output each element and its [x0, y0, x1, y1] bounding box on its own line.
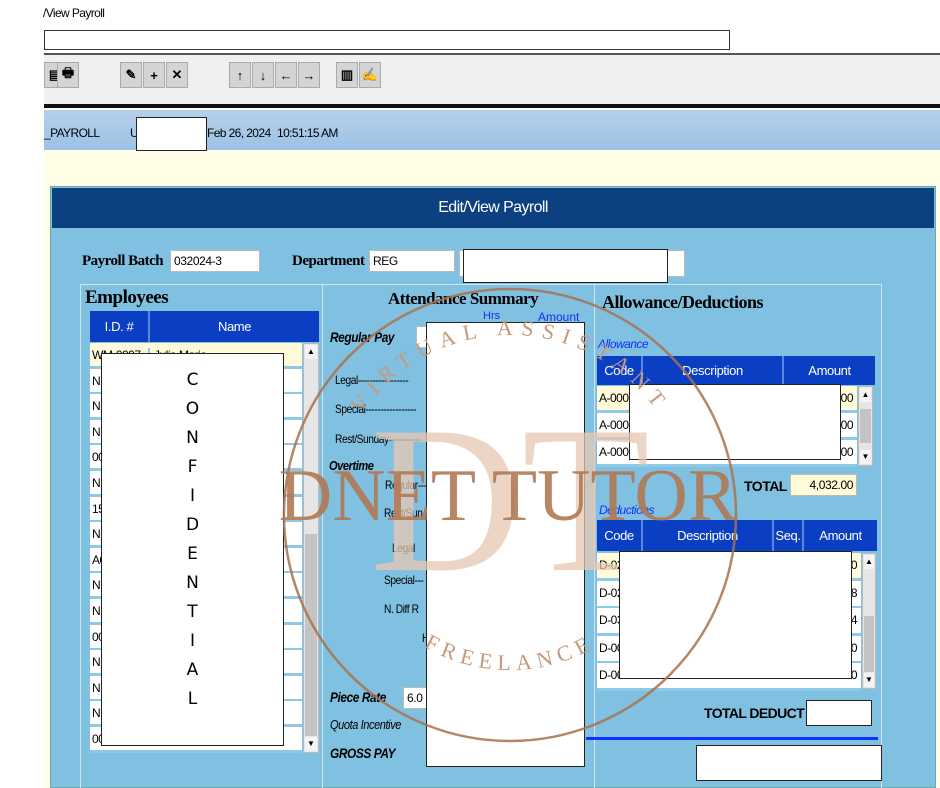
search-button[interactable]: ✎ [120, 62, 142, 88]
quota-incentive-label: Quota Incentive [330, 717, 402, 732]
col-code: Code [597, 520, 643, 551]
net-pay-divider [586, 737, 878, 740]
redacted-user [136, 117, 207, 151]
redaction-letter: N [186, 573, 199, 593]
deductions-scrollbar[interactable]: ▲ ▼ [862, 553, 876, 689]
status-date: Feb 26, 2024 [207, 126, 271, 140]
divider [594, 284, 595, 788]
scroll-down-icon[interactable]: ▼ [860, 450, 871, 464]
panel-title: Edit/View Payroll [52, 188, 934, 228]
allowance-scrollbar[interactable]: ▲ ▼ [858, 386, 873, 466]
ot-special-label: Special--- [384, 573, 424, 587]
scroll-down-icon[interactable]: ▼ [305, 737, 317, 751]
print-button[interactable]: 🖶 [57, 62, 79, 88]
scroll-up-icon[interactable]: ▲ [864, 555, 874, 569]
redaction-letter: O [185, 399, 200, 419]
ot-rest-label: Rest/Sun [384, 506, 423, 520]
redacted-deductions [619, 551, 852, 679]
total-deduct-field [806, 700, 872, 726]
department-input[interactable]: REG [369, 250, 455, 272]
col-name: Name [217, 319, 252, 334]
department-label: Department [292, 253, 365, 269]
scroll-thumb[interactable] [860, 409, 871, 443]
employees-header: I.D. # Name [90, 311, 319, 342]
scroll-down-icon[interactable]: ▼ [864, 673, 874, 687]
col-amount: Amount [819, 528, 862, 543]
ot-legal-label: Legal [392, 541, 415, 555]
employees-scrollbar[interactable]: ▲ ▼ [303, 343, 319, 753]
overtime-label: Overtime [329, 458, 374, 473]
redacted-net-pay [696, 745, 882, 781]
redaction-letter: D [185, 515, 200, 535]
delete-record-button[interactable]: ✕ [166, 62, 188, 88]
deductions-header: Code Description Seq. Amount [597, 520, 877, 551]
edit-note-button[interactable]: ✍ [359, 62, 381, 88]
arrow-right-icon: → [302, 67, 316, 83]
allowance-deductions-title: Allowance/Deductions [602, 292, 764, 312]
redacted-attendance [426, 322, 585, 767]
total-label: TOTAL [744, 478, 787, 494]
col-description: Description [643, 520, 774, 551]
redaction-letter: L [187, 689, 198, 709]
module-name: _PAYROLL [44, 126, 100, 140]
deductions-label: Deductions [599, 503, 655, 517]
add-record-button[interactable]: + [143, 62, 165, 88]
col-hrs: Hrs [483, 310, 501, 322]
redaction-letter: N [186, 428, 199, 448]
scroll-thumb[interactable] [864, 616, 874, 672]
arrow-down-button[interactable]: ↓ [252, 62, 274, 88]
redaction-letter: T [187, 602, 198, 622]
gross-pay-label: GROSS PAY [330, 745, 396, 761]
delete-record-icon: ✕ [171, 67, 183, 82]
scroll-up-icon[interactable]: ▲ [860, 388, 871, 402]
allowance-label: Allowance [598, 337, 649, 351]
window-title: /View Payroll [43, 6, 105, 20]
payroll-batch-label: Payroll Batch [82, 253, 164, 269]
total-deduct-label: TOTAL DEDUCT [704, 705, 805, 721]
total-allowance-field: 4,032.00 [790, 474, 857, 496]
print-icon: 🖶 [61, 65, 75, 80]
redaction-letter: A [186, 660, 199, 680]
regular-pay-label: Regular Pay [330, 329, 395, 345]
arrow-right-button[interactable]: → [298, 62, 320, 88]
redacted-department [463, 249, 668, 283]
redaction-letter: I [189, 486, 195, 506]
payroll-batch-input[interactable]: 032024-3 [170, 250, 260, 272]
redaction-letter: F [187, 457, 198, 477]
col-code: Code [597, 356, 643, 385]
col-seq: Seq. [774, 520, 804, 551]
col-id: I.D. # [90, 311, 150, 342]
address-bar[interactable] [44, 30, 730, 50]
arrow-left-icon: ← [279, 67, 293, 83]
toolbar-divider [44, 104, 940, 108]
allowance-header: Code Description Amount [597, 356, 875, 385]
redacted-allowances [629, 384, 841, 460]
search-icon: ✎ [125, 67, 137, 82]
rest-sunday-label: Rest/Sunday----------- [335, 432, 422, 446]
arrow-left-button[interactable]: ← [275, 62, 297, 88]
legal-label: Legal----------------- [335, 373, 409, 387]
piece-rate-label: Piece Rate [330, 689, 386, 705]
redacted-employees: CONFIDENTIAL [101, 353, 284, 746]
clipboard-icon: ▥ [340, 67, 354, 82]
scroll-thumb[interactable] [305, 534, 317, 736]
redaction-letter: I [189, 631, 195, 651]
arrow-up-icon: ↑ [236, 67, 244, 83]
scroll-up-icon[interactable]: ▲ [305, 345, 317, 359]
divider [322, 284, 323, 788]
col-description: Description [643, 356, 784, 385]
redaction-letter: C [186, 370, 199, 390]
employees-title: Employees [85, 287, 169, 308]
edit-note-icon: ✍ [361, 67, 379, 82]
clipboard-button[interactable]: ▥ [336, 62, 358, 88]
col-amount: Amount [808, 363, 851, 378]
ndiff-label: N. Diff R [384, 602, 419, 616]
redaction-letter: E [187, 544, 198, 564]
add-record-icon: + [150, 67, 158, 83]
attendance-title: Attendance Summary [388, 289, 539, 308]
special-label: Special----------------- [335, 402, 417, 416]
arrow-down-icon: ↓ [259, 67, 267, 83]
status-time: 10:51:15 AM [277, 126, 338, 140]
arrow-up-button[interactable]: ↑ [229, 62, 251, 88]
